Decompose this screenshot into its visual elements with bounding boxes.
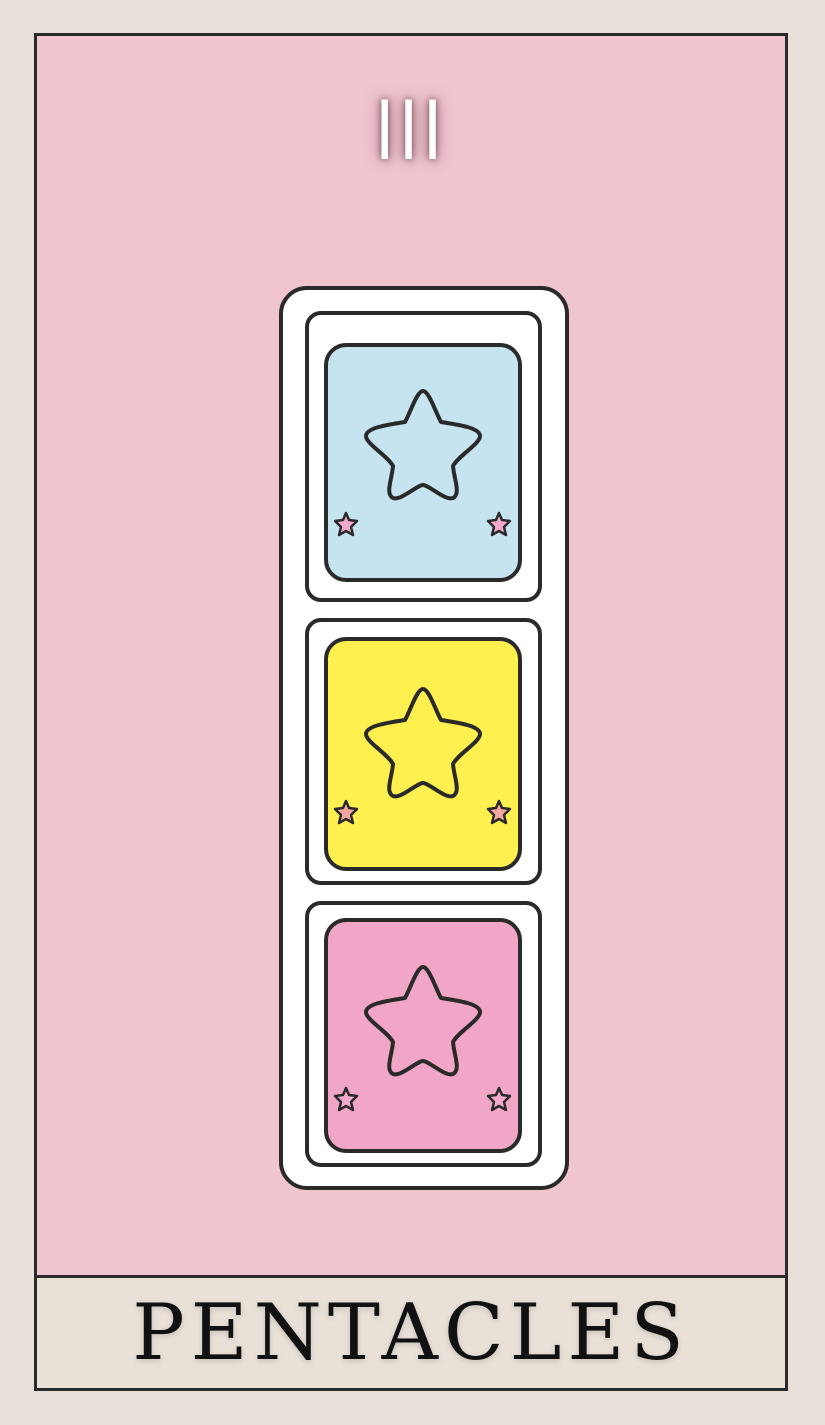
card-title: PENTACLES [132, 1288, 690, 1378]
panel-pink [305, 901, 542, 1167]
panel-blue [305, 311, 542, 602]
tarot-card: III PENTACLES [34, 33, 788, 1391]
panel-yellow [305, 618, 542, 885]
pentacles-illustration [279, 286, 569, 1190]
card-footer: PENTACLES [37, 1275, 785, 1388]
